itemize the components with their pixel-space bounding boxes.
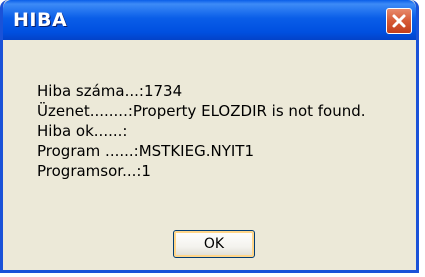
dialog-title: HIBA (13, 9, 68, 31)
close-icon (392, 14, 406, 28)
program-line: Program ......:MSTKIEG.NYIT1 (37, 142, 254, 160)
program-row-line: Programsor...:1 (37, 162, 151, 180)
error-dialog: HIBA Hiba száma...:1734 Üzenet........:P… (0, 0, 419, 273)
error-number-line: Hiba száma...:1734 (37, 82, 183, 100)
dialog-body: Hiba száma...:1734 Üzenet........:Proper… (3, 40, 416, 270)
ok-button[interactable]: OK (173, 230, 255, 258)
title-bar[interactable]: HIBA (3, 0, 416, 40)
error-cause-line: Hiba ok......: (37, 122, 128, 140)
close-button[interactable] (386, 8, 412, 34)
error-message-line: Üzenet........:Property ELOZDIR is not f… (37, 102, 366, 120)
